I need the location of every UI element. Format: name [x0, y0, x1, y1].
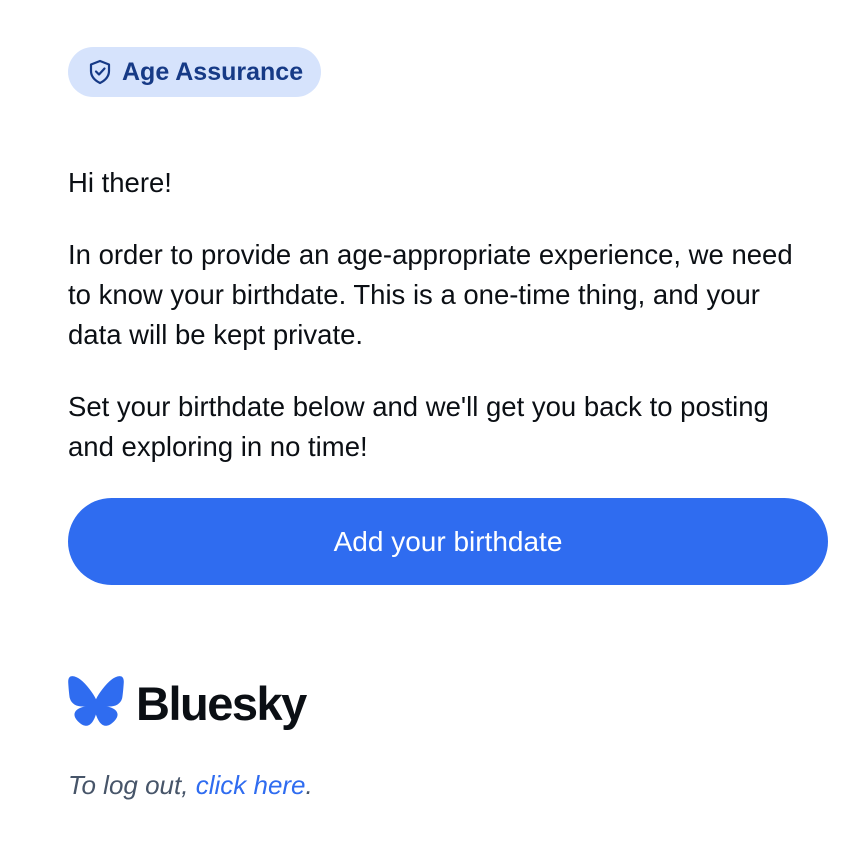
instruction-text: Set your birthdate below and we'll get y…: [68, 391, 769, 462]
bluesky-logo: Bluesky: [68, 676, 307, 731]
message-body: Hi there! In order to provide an age-app…: [68, 163, 808, 499]
logout-suffix: .: [305, 770, 313, 800]
logout-prefix: To log out,: [68, 770, 196, 800]
logout-footer: To log out, click here.: [68, 770, 313, 801]
explanation-text: In order to provide an age-appropriate e…: [68, 239, 793, 350]
butterfly-icon: [68, 676, 124, 731]
brand-name: Bluesky: [136, 677, 307, 730]
add-birthdate-button[interactable]: Add your birthdate: [68, 498, 828, 585]
age-assurance-badge: Age Assurance: [68, 47, 322, 97]
greeting-text: Hi there!: [68, 167, 172, 198]
logout-link[interactable]: click here: [196, 770, 306, 800]
shield-check-icon: [88, 59, 112, 85]
badge-label: Age Assurance: [122, 57, 304, 86]
